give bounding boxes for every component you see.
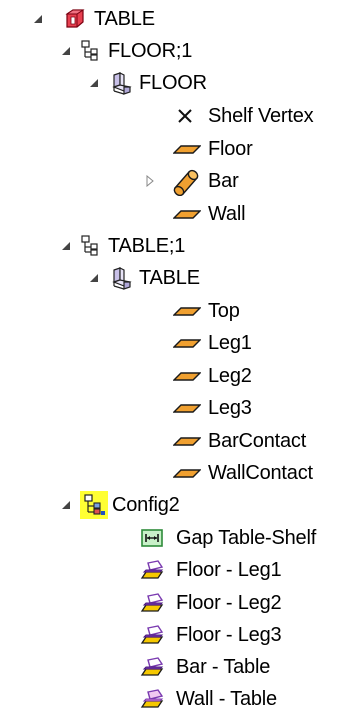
- part-icon: [110, 71, 134, 95]
- tree-node-label: Floor - Leg3: [176, 624, 282, 646]
- tree-node-label: TABLE: [94, 8, 155, 30]
- subassembly-instance-icon: [80, 234, 104, 258]
- expanded-triangle-icon[interactable]: [88, 77, 100, 89]
- tree-node-label: Leg2: [208, 365, 252, 387]
- tree-node-contact-constraint[interactable]: Floor - Leg3: [0, 620, 349, 650]
- face-icon: [173, 364, 201, 388]
- tree-node-gap-constraint[interactable]: Gap Table-Shelf: [0, 523, 349, 553]
- tree-node-floor-instance[interactable]: FLOOR;1: [0, 36, 349, 66]
- expanded-triangle-icon[interactable]: [88, 272, 100, 284]
- expanded-triangle-icon[interactable]: [60, 45, 72, 57]
- tree-node-shelf-vertex[interactable]: Shelf Vertex: [0, 101, 349, 131]
- expanded-triangle-icon[interactable]: [32, 13, 44, 25]
- face-icon: [173, 331, 201, 355]
- tree-node-contact-constraint[interactable]: Bar - Table: [0, 652, 349, 682]
- tree-node-label: TABLE: [139, 267, 200, 289]
- tree-node-label: TABLE;1: [108, 235, 186, 257]
- vertex-icon: [173, 104, 197, 128]
- configuration-icon: [80, 491, 108, 519]
- tree-node-label: Floor: [208, 138, 253, 160]
- tree-node-label: Shelf Vertex: [208, 105, 314, 127]
- tree-node-floor-face[interactable]: Floor: [0, 134, 349, 164]
- tree-node-label: Leg3: [208, 397, 252, 419]
- face-icon: [173, 396, 201, 420]
- face-icon: [173, 202, 201, 226]
- tree-node-label: FLOOR;1: [108, 40, 193, 62]
- tree-node-floor-part[interactable]: FLOOR: [0, 68, 349, 98]
- contact-constraint-icon: [140, 655, 164, 679]
- tree-node-table-part[interactable]: TABLE: [0, 263, 349, 293]
- tree-node-leg1-face[interactable]: Leg1: [0, 328, 349, 358]
- part-icon: [110, 266, 134, 290]
- subassembly-instance-icon: [80, 39, 104, 63]
- contact-constraint-pink-icon: [140, 687, 164, 711]
- tree-node-label: Wall: [208, 203, 246, 225]
- tree-node-label: Wall - Table: [176, 688, 277, 710]
- tree-node-wallcontact-face[interactable]: WallContact: [0, 458, 349, 488]
- tree-node-leg3-face[interactable]: Leg3: [0, 393, 349, 423]
- cylinder-icon: [171, 166, 201, 196]
- tree-node-label: Config2: [112, 494, 180, 516]
- tree-node-label: Floor - Leg2: [176, 592, 282, 614]
- tree-node-leg2-face[interactable]: Leg2: [0, 361, 349, 391]
- face-icon: [173, 461, 201, 485]
- tree-node-label: WallContact: [208, 462, 313, 484]
- tree-node-label: FLOOR: [139, 72, 207, 94]
- contact-constraint-icon: [140, 558, 164, 582]
- collapsed-triangle-icon[interactable]: [144, 175, 156, 187]
- tree-node-top-face[interactable]: Top: [0, 296, 349, 326]
- expanded-triangle-icon[interactable]: [60, 240, 72, 252]
- tree-node-config2[interactable]: Config2: [0, 490, 349, 520]
- tree-node-label: Floor - Leg1: [176, 559, 282, 581]
- tree-node-bar[interactable]: Bar: [0, 166, 349, 196]
- expanded-triangle-icon[interactable]: [60, 499, 72, 511]
- tree-node-label: Gap Table-Shelf: [176, 527, 317, 549]
- tree-node-label: Bar: [208, 170, 239, 192]
- tree-node-wall-face[interactable]: Wall: [0, 199, 349, 229]
- face-icon: [173, 137, 201, 161]
- face-icon: [173, 299, 201, 323]
- face-icon: [173, 429, 201, 453]
- assembly-icon: [63, 7, 87, 31]
- tree-node-barcontact-face[interactable]: BarContact: [0, 426, 349, 456]
- tree-node-table-root[interactable]: TABLE: [0, 4, 349, 34]
- contact-constraint-icon: [140, 623, 164, 647]
- tree-node-table-instance[interactable]: TABLE;1: [0, 231, 349, 261]
- tree-node-contact-constraint[interactable]: Floor - Leg1: [0, 555, 349, 585]
- tree-node-label: Top: [208, 300, 240, 322]
- tree-node-label: Leg1: [208, 332, 252, 354]
- contact-constraint-icon: [140, 591, 164, 615]
- gap-constraint-icon: [140, 526, 164, 550]
- tree-node-label: Bar - Table: [176, 656, 271, 678]
- tree-node-label: BarContact: [208, 430, 307, 452]
- assembly-tree: TABLE FLOOR;1 FLOOR Shelf Vertex Floor B…: [0, 0, 349, 710]
- tree-node-contact-constraint[interactable]: Floor - Leg2: [0, 588, 349, 618]
